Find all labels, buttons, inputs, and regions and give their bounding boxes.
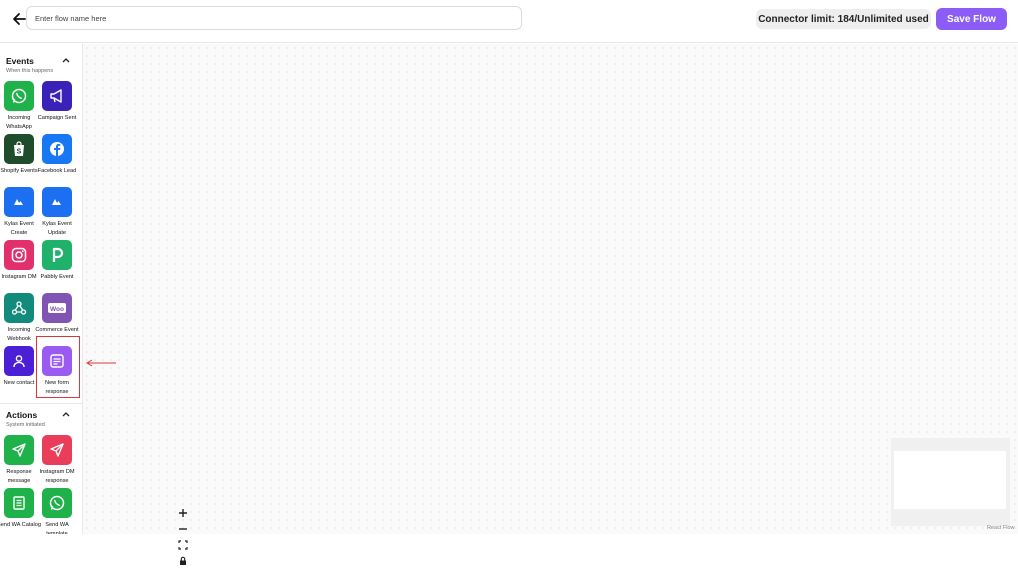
highlight-box (36, 336, 80, 398)
whatsapp-icon (42, 488, 72, 518)
section-divider (0, 403, 82, 404)
catalog-icon (4, 488, 34, 518)
connector-limit-badge: Connector limit: 184/Unlimited used (756, 9, 931, 29)
shopify-icon: S (4, 134, 34, 164)
webhook-icon (4, 293, 34, 323)
kylas-icon (4, 187, 34, 217)
actions-section-subtitle: System initiated (6, 422, 45, 428)
events-collapse-chevron-icon[interactable] (62, 56, 70, 64)
node-tile-label: Commerce Event (35, 327, 79, 333)
woo-icon: Woo (42, 293, 72, 323)
events-section-subtitle: When this happens (6, 68, 54, 74)
whatsapp-icon (4, 81, 34, 111)
node-tile-label: Send WA template (45, 522, 69, 534)
minimap-viewport (894, 451, 1006, 509)
send-icon (4, 435, 34, 465)
minimap[interactable] (891, 438, 1010, 526)
svg-text:Woo: Woo (50, 306, 64, 313)
node-tile-label: Pabbly Event (40, 274, 74, 280)
instagram-icon (4, 240, 34, 270)
svg-text:S: S (17, 149, 22, 156)
top-bar: Connector limit: 184/Unlimited used Save… (0, 0, 1018, 43)
actions-collapse-chevron-icon[interactable] (62, 410, 70, 418)
save-flow-button[interactable]: Save Flow (936, 8, 1007, 30)
events-section-title: Events (6, 56, 34, 66)
lock-icon[interactable] (175, 553, 191, 569)
flow-name-input[interactable] (26, 6, 522, 30)
actions-section-title: Actions (6, 410, 38, 420)
node-palette-sidebar: Events When this happens Incoming WhatsA… (0, 44, 83, 534)
pabbly-icon (42, 240, 72, 270)
node-tile-label: Facebook Lead (37, 168, 77, 174)
zoom-controls (175, 505, 191, 569)
zoom-in-icon[interactable] (175, 505, 191, 521)
send-icon (42, 435, 72, 465)
node-tile-label: Campaign Sent (37, 115, 77, 121)
megaphone-icon (42, 81, 72, 111)
kylas-icon (42, 187, 72, 217)
node-tile-label: Kylas Event Update (42, 221, 72, 236)
pointer-arrow-icon (86, 359, 116, 367)
person-icon (4, 346, 34, 376)
react-flow-attribution[interactable]: React Flow (987, 525, 1015, 531)
node-tile-label: Instagram DM response (39, 469, 75, 484)
facebook-icon (42, 134, 72, 164)
zoom-out-icon[interactable] (175, 521, 191, 537)
fit-view-icon[interactable] (175, 537, 191, 553)
flow-canvas[interactable]: React Flow (83, 44, 1018, 565)
